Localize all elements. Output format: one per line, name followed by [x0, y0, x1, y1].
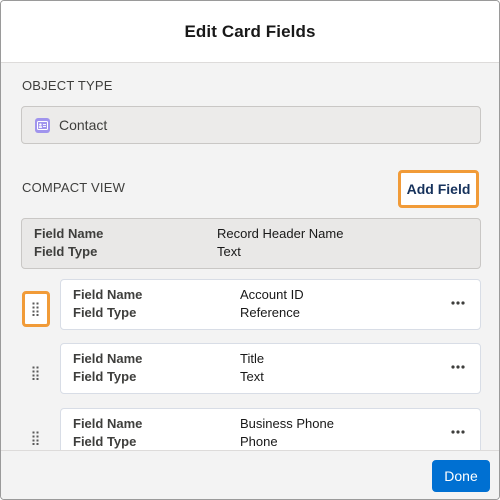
field-type-value: Phone — [240, 434, 278, 449]
modal-header: Edit Card Fields — [1, 1, 499, 63]
drag-handle-icon[interactable] — [27, 361, 45, 385]
drag-handle-icon[interactable] — [27, 426, 45, 450]
more-actions-icon[interactable] — [448, 423, 468, 441]
field-type-value: Text — [240, 369, 264, 384]
field-name-value: Record Header Name — [217, 226, 344, 241]
object-type-label: OBJECT TYPE — [22, 78, 113, 93]
compact-view-label: COMPACT VIEW — [22, 180, 126, 195]
field-type-value: Text — [217, 244, 241, 259]
add-field-button[interactable]: Add Field — [407, 181, 471, 197]
field-name-label: Field Name — [34, 226, 104, 241]
drag-handle-icon[interactable] — [27, 297, 45, 321]
field-name-value: Account ID — [240, 287, 304, 302]
object-type-field: Contact — [21, 106, 481, 144]
more-actions-icon[interactable] — [448, 358, 468, 376]
field-name-label: Field Name — [73, 416, 143, 431]
field-type-label: Field Type — [73, 369, 137, 384]
field-card-account-id[interactable]: Field Name Account ID Field Type Referen… — [60, 279, 481, 330]
contact-icon — [35, 117, 50, 133]
field-name-value: Business Phone — [240, 416, 334, 431]
field-type-label: Field Type — [73, 434, 137, 449]
field-name-value: Title — [240, 351, 265, 366]
edit-card-fields-modal: Edit Card Fields OBJECT TYPE Contact COM… — [0, 0, 500, 500]
field-type-label: Field Type — [73, 305, 137, 320]
object-type-value: Contact — [59, 117, 108, 133]
record-header-field-card: Field Name Record Header Name Field Type… — [21, 218, 481, 269]
add-field-highlight: Add Field — [398, 170, 479, 208]
field-name-label: Field Name — [73, 287, 143, 302]
modal-title: Edit Card Fields — [184, 21, 316, 41]
modal-body[interactable]: OBJECT TYPE Contact COMPACT VIEW Add Fie… — [1, 63, 499, 450]
field-card-business-phone[interactable]: Field Name Business Phone Field Type Pho… — [60, 408, 481, 450]
modal-footer: Done — [1, 450, 499, 499]
field-type-value: Reference — [240, 305, 300, 320]
done-button[interactable]: Done — [432, 460, 490, 492]
field-type-label: Field Type — [34, 244, 98, 259]
field-name-label: Field Name — [73, 351, 143, 366]
field-card-title[interactable]: Field Name Title Field Type Text — [60, 343, 481, 394]
more-actions-icon[interactable] — [448, 294, 468, 312]
